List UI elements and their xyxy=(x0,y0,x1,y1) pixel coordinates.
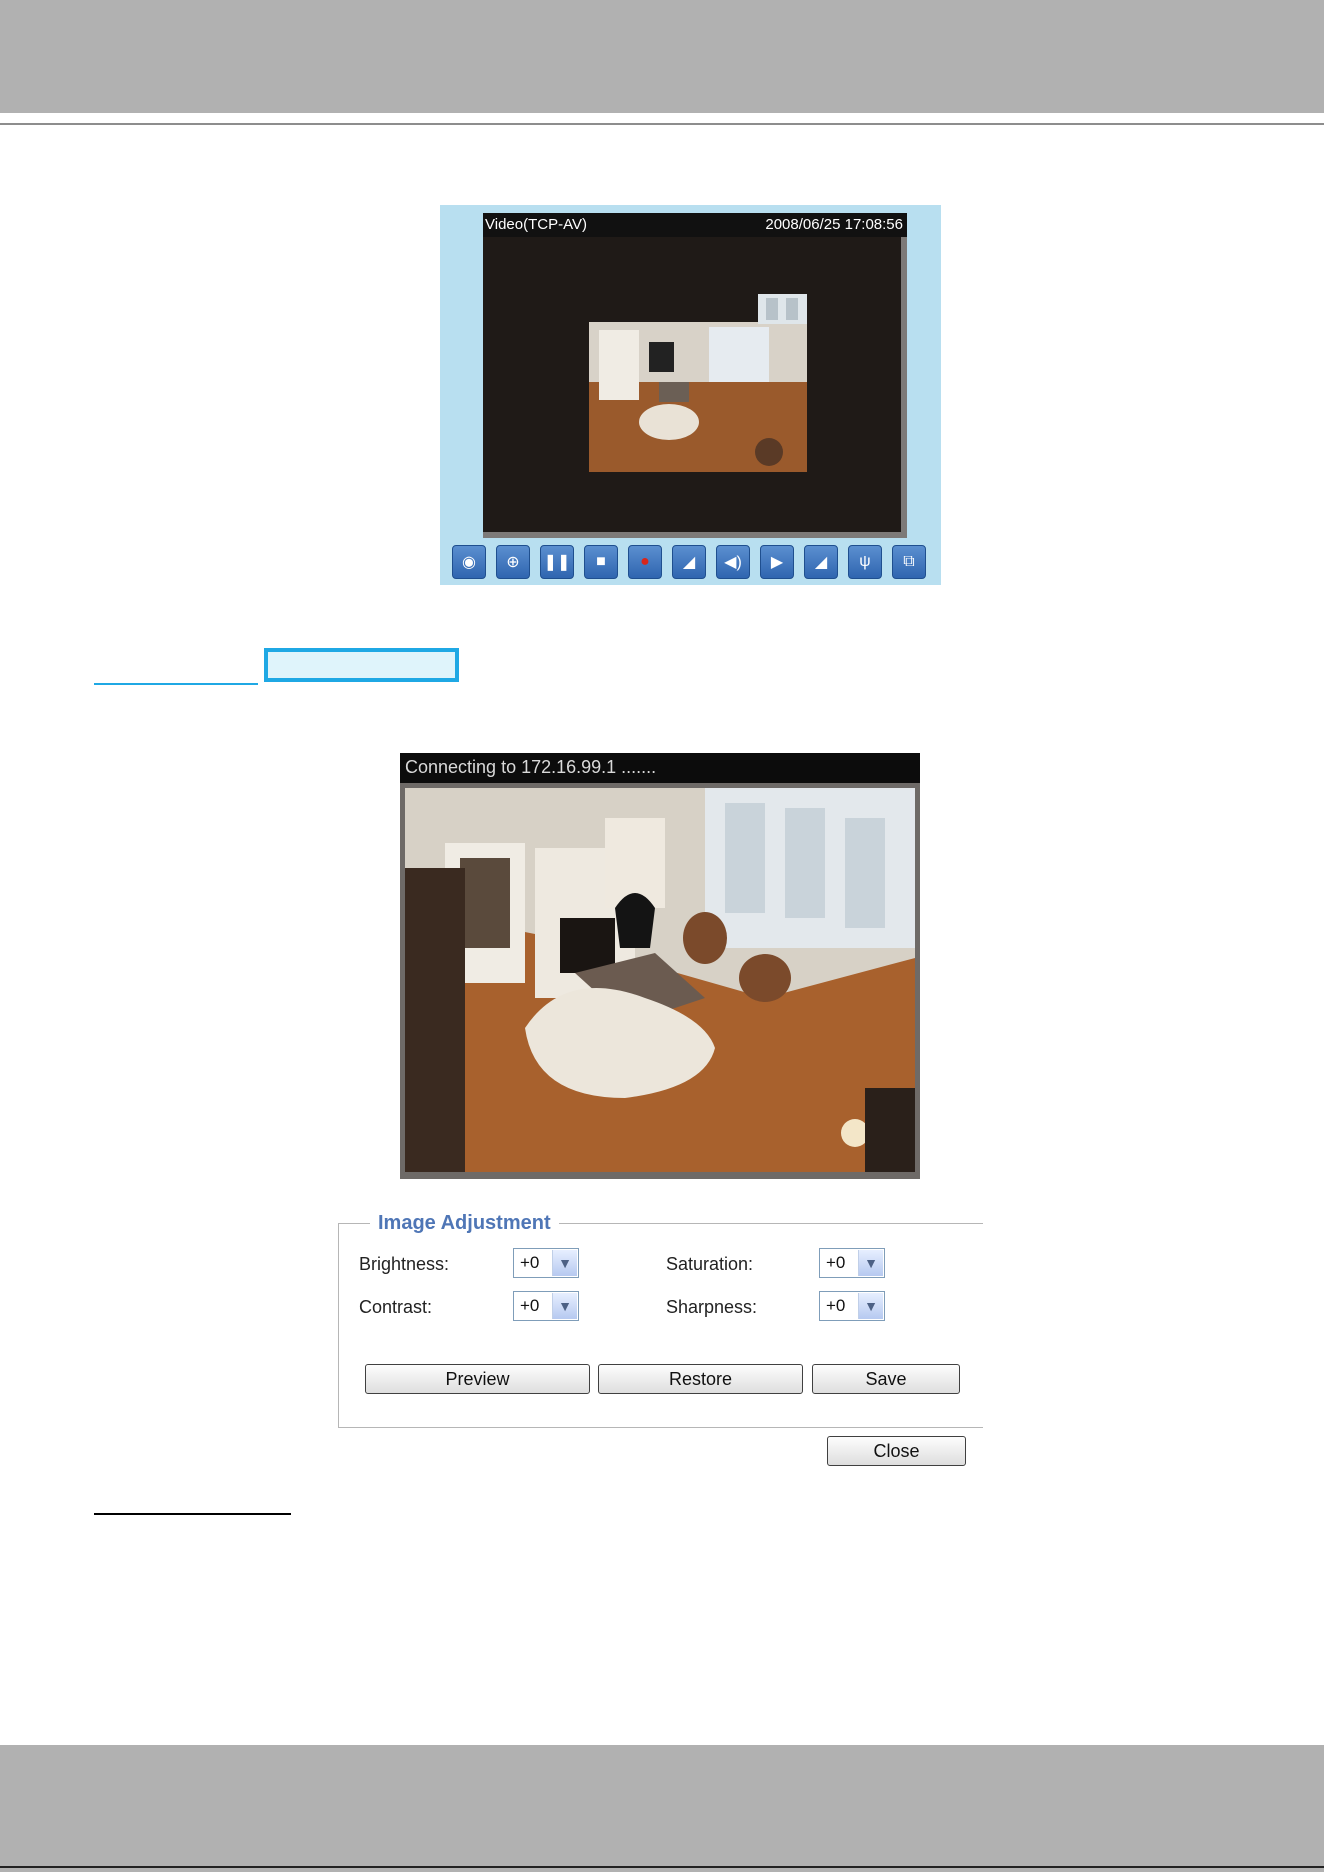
digital-zoom-icon: ⊕ xyxy=(506,554,520,571)
microphone-icon: ψ xyxy=(859,553,871,570)
volume-button[interactable]: ◢ xyxy=(672,545,706,579)
speaker-button[interactable]: ◀) xyxy=(716,545,750,579)
chevron-down-icon[interactable]: ▼ xyxy=(552,1293,577,1319)
zoomed-room-image xyxy=(589,322,807,472)
brightness-label: Brightness: xyxy=(359,1254,450,1274)
restore-button[interactable]: Restore xyxy=(598,1364,803,1394)
preview-button[interactable]: Preview xyxy=(365,1364,590,1394)
section-underline-bottom xyxy=(94,1513,291,1515)
zoomed-room-image-corner xyxy=(758,294,807,324)
contrast-label: Contrast: xyxy=(359,1297,433,1317)
record-icon: ● xyxy=(640,553,650,570)
page-footer-band xyxy=(0,1745,1324,1872)
viewer-toolbar: ◉ ⊕ ❚❚ ■ ● ◢ ◀) ▶ ◢ ψ ⧉ xyxy=(452,545,932,579)
brightness-value: +0 xyxy=(520,1253,540,1272)
chevron-down-icon[interactable]: ▼ xyxy=(858,1293,883,1319)
close-button[interactable]: Close xyxy=(827,1436,966,1466)
image-adjustment-legend: Image Adjustment xyxy=(370,1212,559,1235)
pause-icon: ❚❚ xyxy=(543,554,571,571)
volume-icon: ◢ xyxy=(682,554,696,571)
fullscreen-button[interactable]: ⧉ xyxy=(892,545,926,579)
talk-button[interactable]: ▶ xyxy=(760,545,794,579)
brightness-select[interactable]: +0 ▼ xyxy=(513,1248,579,1278)
snapshot-button[interactable]: ◉ xyxy=(452,545,486,579)
sharpness-value: +0 xyxy=(826,1296,846,1315)
talk-icon: ▶ xyxy=(770,554,784,571)
connection-status-bar: Connecting to 172.16.99.1 ....... xyxy=(400,753,920,783)
fullscreen-icon: ⧉ xyxy=(903,553,915,570)
sharpness-label: Sharpness: xyxy=(666,1297,758,1317)
save-button[interactable]: Save xyxy=(812,1364,960,1394)
connection-status-text: Connecting to 172.16.99.1 ....... xyxy=(405,757,657,777)
microphone-button[interactable]: ψ xyxy=(848,545,882,579)
footer-baseline xyxy=(0,1866,1324,1868)
speaker-icon: ◀) xyxy=(724,554,742,571)
highlighted-link-box xyxy=(264,648,459,682)
live-room-image xyxy=(405,788,915,1172)
header-divider xyxy=(0,123,1324,125)
sharpness-select[interactable]: +0 ▼ xyxy=(819,1291,885,1321)
contrast-value: +0 xyxy=(520,1296,540,1315)
record-button[interactable]: ● xyxy=(628,545,662,579)
saturation-select[interactable]: +0 ▼ xyxy=(819,1248,885,1278)
stop-icon: ■ xyxy=(596,553,606,570)
section-underline xyxy=(94,683,258,685)
contrast-select[interactable]: +0 ▼ xyxy=(513,1291,579,1321)
stream-timestamp: 2008/06/25 17:08:56 xyxy=(765,216,903,233)
digital-zoom-button[interactable]: ⊕ xyxy=(496,545,530,579)
video-title-bar: Video(TCP-AV) 2008/06/25 17:08:56 xyxy=(483,213,907,237)
pause-button[interactable]: ❚❚ xyxy=(540,545,574,579)
snapshot-icon: ◉ xyxy=(462,554,476,571)
stream-label: Video(TCP-AV) xyxy=(485,216,587,233)
page-header-band xyxy=(0,0,1324,113)
saturation-label: Saturation: xyxy=(666,1254,754,1274)
saturation-value: +0 xyxy=(826,1253,846,1272)
chevron-down-icon[interactable]: ▼ xyxy=(858,1250,883,1276)
mic-volume-button[interactable]: ◢ xyxy=(804,545,838,579)
mic-volume-icon: ◢ xyxy=(814,554,828,571)
stop-button[interactable]: ■ xyxy=(584,545,618,579)
chevron-down-icon[interactable]: ▼ xyxy=(552,1250,577,1276)
